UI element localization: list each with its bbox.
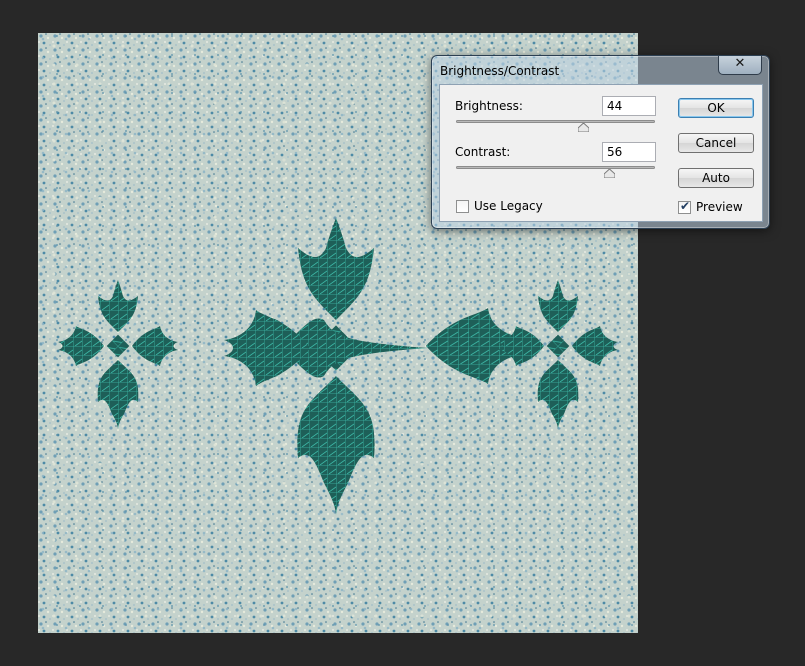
brightness-contrast-dialog: Brightness/Contrast ✕ Brightness: 44 Con… (431, 55, 770, 229)
ok-button[interactable]: OK (678, 98, 754, 118)
close-button[interactable]: ✕ (718, 56, 762, 75)
auto-button[interactable]: Auto (678, 168, 754, 188)
checkmark-icon: ✔ (680, 199, 691, 213)
contrast-slider-thumb[interactable] (603, 169, 615, 178)
preview-label: Preview (696, 200, 743, 214)
dialog-titlebar[interactable]: Brightness/Contrast ✕ (432, 56, 769, 84)
contrast-input[interactable]: 56 (602, 142, 656, 162)
dialog-body: Brightness: 44 Contrast: 56 Use Legacy O… (439, 84, 763, 222)
cancel-button[interactable]: Cancel (678, 133, 754, 153)
brightness-slider-thumb[interactable] (577, 123, 589, 132)
preview-checkbox[interactable]: ✔ (678, 199, 691, 214)
dialog-title: Brightness/Contrast (440, 64, 560, 78)
use-legacy-label: Use Legacy (474, 199, 543, 213)
use-legacy-checkbox[interactable] (456, 200, 469, 213)
contrast-slider-track[interactable] (456, 166, 655, 169)
brightness-slider-track[interactable] (456, 120, 655, 123)
close-icon: ✕ (734, 56, 746, 71)
contrast-label: Contrast: (455, 145, 511, 159)
brightness-label: Brightness: (455, 99, 523, 113)
brightness-input[interactable]: 44 (602, 96, 656, 116)
